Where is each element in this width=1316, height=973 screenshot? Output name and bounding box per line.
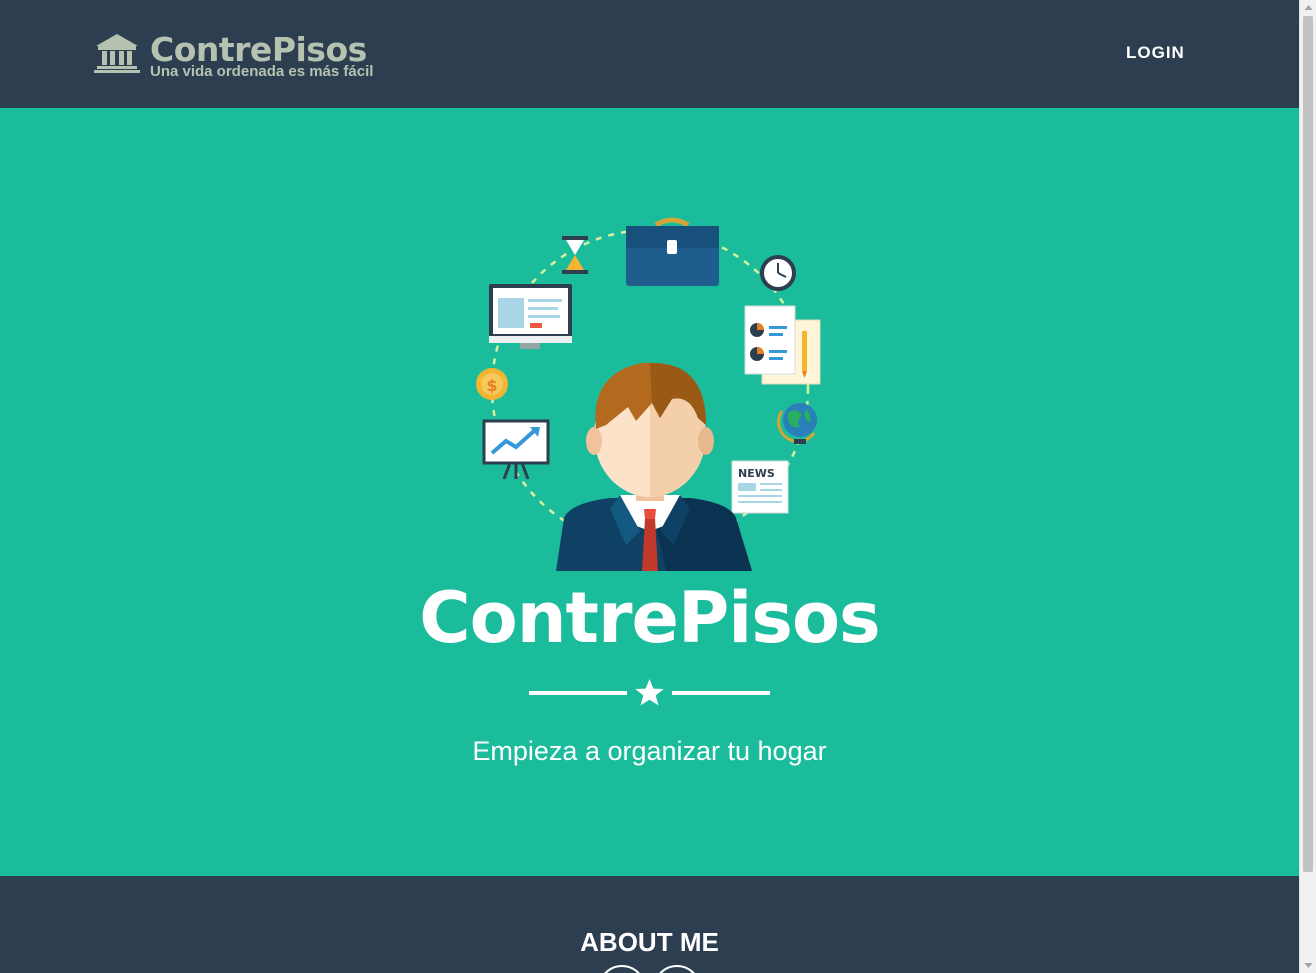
about-social-icon[interactable] xyxy=(653,965,701,973)
page: ContrePisos Una vida ordenada es más fác… xyxy=(0,0,1299,973)
masthead: $ NEWS ContrePisos Empieza a organizar t… xyxy=(0,108,1299,876)
about-section: ABOUT ME xyxy=(0,876,1299,973)
globe-icon xyxy=(777,403,817,444)
brand-link[interactable]: ContrePisos Una vida ordenada es más fác… xyxy=(94,32,374,80)
chart-board-icon xyxy=(482,419,550,480)
coin-icon: $ xyxy=(476,368,508,400)
page-scrollbar[interactable] xyxy=(1299,0,1316,973)
briefcase-icon xyxy=(626,217,719,286)
about-social-icon[interactable] xyxy=(598,965,646,973)
masthead-subtitle: Empieza a organizar tu hogar xyxy=(472,736,827,766)
documents-icon xyxy=(744,305,821,385)
svg-text:$: $ xyxy=(486,376,497,395)
newspaper-icon: NEWS xyxy=(731,460,789,514)
businessman-figure xyxy=(556,362,752,571)
star-divider xyxy=(529,674,770,710)
star-icon xyxy=(635,678,664,706)
login-link[interactable]: LOGIN xyxy=(1114,40,1197,66)
brand-subtitle: Una vida ordenada es más fácil xyxy=(150,63,374,80)
svg-text:NEWS: NEWS xyxy=(738,467,775,480)
about-title: ABOUT ME xyxy=(580,927,719,957)
masthead-title: ContrePisos xyxy=(419,577,880,659)
scroll-down-arrow-icon[interactable] xyxy=(1300,957,1316,973)
bank-building-icon xyxy=(94,34,140,73)
scroll-up-arrow-icon[interactable] xyxy=(1300,0,1316,16)
divider-line-right xyxy=(672,691,770,695)
divider-line-left xyxy=(529,691,627,695)
scroll-thumb[interactable] xyxy=(1303,16,1313,872)
brand-text: ContrePisos Una vida ordenada es más fác… xyxy=(150,32,374,80)
clock-icon xyxy=(760,255,796,291)
monitor-icon xyxy=(489,284,572,349)
businessman-avatar-illustration: $ NEWS xyxy=(476,217,821,571)
navbar: ContrePisos Una vida ordenada es más fác… xyxy=(0,0,1299,108)
